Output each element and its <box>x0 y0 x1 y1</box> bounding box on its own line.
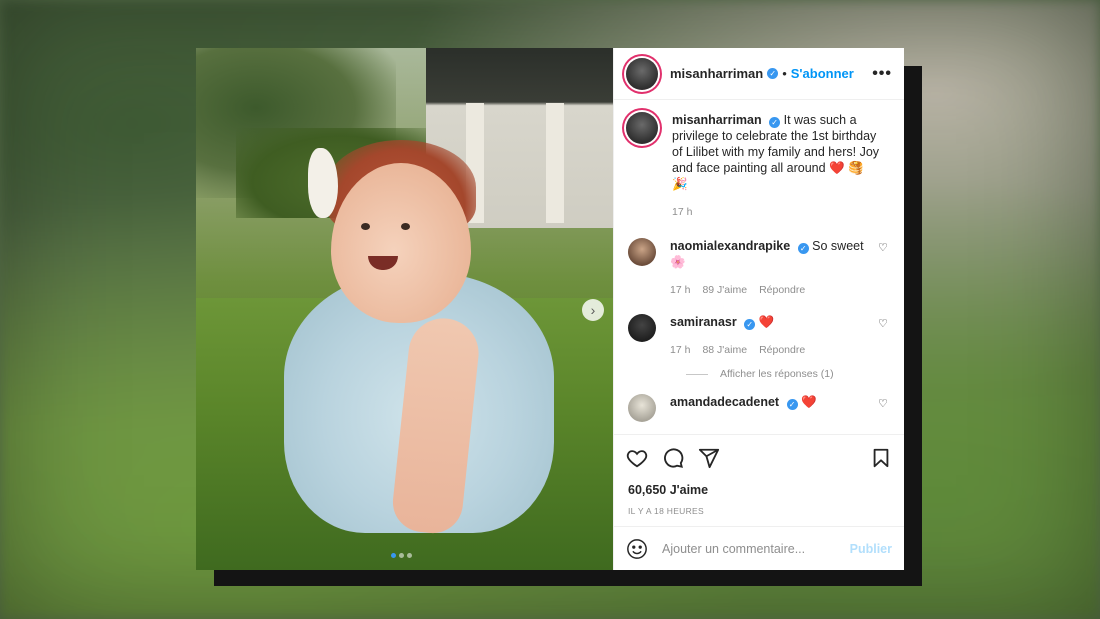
caption-time: 17 h <box>672 206 693 218</box>
emoji-icon[interactable] <box>626 538 648 560</box>
comment-meta: 17 h 88 J'aime Répondre <box>670 342 892 358</box>
carousel-dot <box>399 553 404 558</box>
comment-username[interactable]: samiranasr <box>670 315 737 329</box>
follow-button[interactable]: S'abonner <box>791 66 854 81</box>
post-actions <box>614 434 904 480</box>
comment-emoji: ❤️ <box>758 315 775 329</box>
publish-button[interactable]: Publier <box>850 542 892 556</box>
verified-icon: ✓ <box>767 68 779 79</box>
author-username[interactable]: misanharriman <box>670 66 763 81</box>
comment-emoji: 🌸 <box>670 255 686 269</box>
carousel-dot <box>407 553 412 558</box>
reply-button[interactable]: Répondre <box>759 342 805 358</box>
heart-icon[interactable]: ♡ <box>878 398 890 410</box>
next-arrow-icon[interactable]: › <box>582 299 604 321</box>
house-column <box>546 103 564 223</box>
bookmark-icon[interactable] <box>870 447 892 469</box>
post-header: misanharriman ✓ • S'abonner ••• <box>614 48 904 100</box>
heart-icon[interactable] <box>626 447 648 469</box>
comment-time: 17 h <box>670 344 691 356</box>
verified-icon: ✓ <box>797 243 809 254</box>
separator-dot: • <box>782 66 787 81</box>
caption-avatar[interactable] <box>623 109 661 147</box>
comment-username[interactable]: naomialexandrapike <box>670 239 790 253</box>
commenter-avatar[interactable] <box>628 238 656 266</box>
comment-meta: 17 h 89 J'aime Répondre <box>670 282 892 298</box>
add-comment-bar: Ajouter un commentaire... Publier <box>614 526 904 570</box>
caption-meta: 17 h <box>672 204 882 220</box>
child-eye <box>361 223 370 230</box>
commenter-avatar[interactable] <box>628 314 656 342</box>
comment-likes[interactable]: 88 J'aime <box>702 342 747 358</box>
carousel-dot-active <box>391 553 396 558</box>
comment-username[interactable]: amandadecadenet <box>670 395 779 409</box>
comment-input[interactable]: Ajouter un commentaire... <box>662 542 850 556</box>
child-eye <box>401 223 410 230</box>
heart-icon[interactable]: ♡ <box>878 318 890 330</box>
commenter-avatar[interactable] <box>628 394 656 422</box>
likes-count[interactable]: 60,650 J'aime <box>614 480 904 500</box>
share-icon[interactable] <box>698 447 720 469</box>
view-replies-label[interactable]: Afficher les réponses (1) <box>720 368 834 380</box>
comment-time: 17 h <box>670 284 691 296</box>
post-photo: › <box>196 48 613 570</box>
comments-section[interactable]: misanharriman ✓ It was such a privilege … <box>614 100 904 434</box>
comment: samiranasr ✓ ❤️ 17 h 88 J'aime Répondre … <box>626 314 892 358</box>
heart-icon[interactable]: ♡ <box>878 242 890 254</box>
post-side-panel: misanharriman ✓ • S'abonner ••• misanhar… <box>613 48 904 570</box>
caption-username[interactable]: misanharriman <box>672 113 762 127</box>
verified-icon: ✓ <box>786 399 798 410</box>
comment-emoji: ❤️ <box>801 395 817 409</box>
replies-line <box>686 373 708 375</box>
comment: amandadecadenet ✓ ❤️ ♡ <box>626 394 892 422</box>
comment-icon[interactable] <box>662 447 684 469</box>
comment-text: So sweet <box>812 239 864 253</box>
comment-likes[interactable]: 89 J'aime <box>702 282 747 298</box>
view-replies[interactable]: Afficher les réponses (1) <box>686 368 892 380</box>
comment: naomialexandrapike ✓ So sweet 🌸 17 h 89 … <box>626 238 892 298</box>
more-icon[interactable]: ••• <box>872 65 892 83</box>
instagram-post-card: › misanharriman ✓ • S'abonner ••• misanh… <box>196 48 904 570</box>
caption: misanharriman ✓ It was such a privilege … <box>623 109 892 220</box>
carousel-dots <box>391 553 412 558</box>
author-avatar[interactable] <box>623 54 661 93</box>
verified-icon: ✓ <box>744 319 756 330</box>
posted-time: IL Y A 18 HEURES <box>628 506 704 516</box>
verified-icon: ✓ <box>769 117 781 128</box>
reply-button[interactable]: Répondre <box>759 282 805 298</box>
